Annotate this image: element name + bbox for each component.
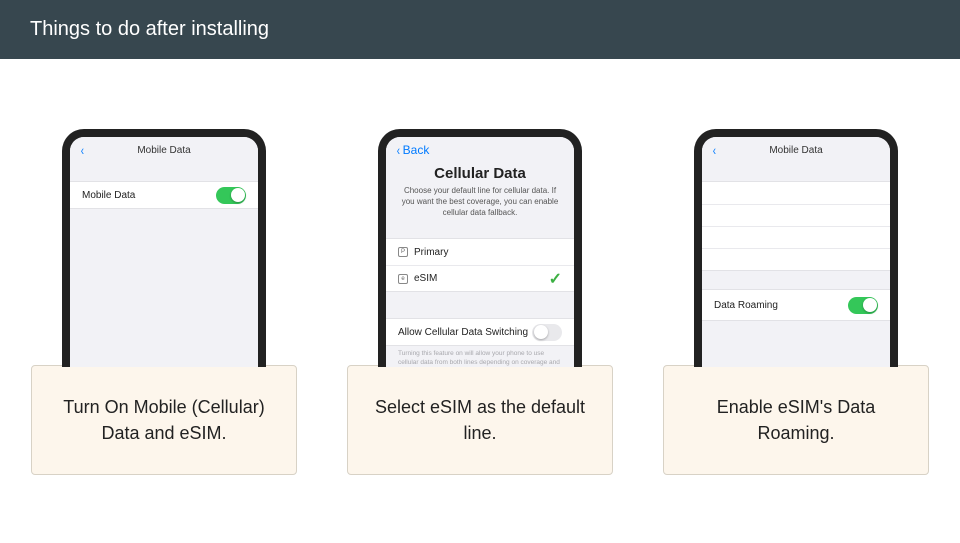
roaming-group: Data Roaming <box>702 289 890 321</box>
phone-screen: ‹ Mobile Data Mobile Data <box>70 137 258 367</box>
step-caption: Turn On Mobile (Cellular) Data and eSIM. <box>31 365 297 475</box>
mobile-data-toggle[interactable] <box>216 187 246 204</box>
row-label: Allow Cellular Data Switching <box>398 327 528 338</box>
line-badge-icon: P <box>398 247 408 257</box>
screen-title: Cellular Data <box>386 165 574 182</box>
nav-bar: ‹ Mobile Data <box>70 137 258 163</box>
data-roaming-toggle[interactable] <box>848 297 878 314</box>
phone-frame: ‹ Back Cellular Data Choose your default… <box>378 129 582 367</box>
step-caption: Enable eSIM's Data Roaming. <box>663 365 929 475</box>
phone-screen: ‹ Back Cellular Data Choose your default… <box>386 137 574 367</box>
phone-frame: ‹ Mobile Data Mobile Data <box>62 129 266 367</box>
screen-description: Choose your default line for cellular da… <box>386 182 574 228</box>
phone-frame: ‹ Mobile Data Data Roaming <box>694 129 898 367</box>
step-card: ‹ Back Cellular Data Choose your default… <box>346 129 614 475</box>
nav-bar: ‹ Back <box>386 137 574 163</box>
step-card: ‹ Mobile Data Mobile Data Turn On Mobile… <box>30 129 298 475</box>
line-option-esim[interactable]: e eSIM ✓ <box>386 265 574 291</box>
empty-row <box>702 248 890 270</box>
allow-switching-row[interactable]: Allow Cellular Data Switching <box>386 319 574 345</box>
settings-group-empty <box>702 181 890 271</box>
toggle-knob <box>231 188 245 202</box>
checkmark-icon: ✓ <box>549 269 562 289</box>
empty-row <box>702 182 890 204</box>
line-badge-icon: e <box>398 274 408 284</box>
settings-row[interactable]: Mobile Data <box>70 182 258 208</box>
page-header: Things to do after installing <box>0 0 960 59</box>
row-label: Primary <box>414 247 448 258</box>
nav-title: Mobile Data <box>70 145 258 156</box>
switch-group: Allow Cellular Data Switching <box>386 318 574 346</box>
line-option-primary[interactable]: P Primary <box>386 239 574 265</box>
settings-group: Mobile Data <box>70 181 258 209</box>
row-label: Data Roaming <box>714 300 778 311</box>
step-card: ‹ Mobile Data Data Roaming <box>662 129 930 475</box>
steps-row: ‹ Mobile Data Mobile Data Turn On Mobile… <box>0 59 960 475</box>
phone-screen: ‹ Mobile Data Data Roaming <box>702 137 890 367</box>
row-label: eSIM <box>414 273 437 284</box>
empty-row <box>702 204 890 226</box>
empty-row <box>702 226 890 248</box>
toggle-knob <box>863 298 877 312</box>
nav-title: Mobile Data <box>702 145 890 156</box>
toggle-knob <box>534 325 548 339</box>
chevron-left-icon: ‹ <box>397 143 400 157</box>
allow-switching-toggle[interactable] <box>532 324 562 341</box>
row-label: Mobile Data <box>82 190 135 201</box>
nav-bar: ‹ Mobile Data <box>702 137 890 163</box>
footnote: Turning this feature on will allow your … <box>386 346 574 367</box>
data-roaming-row[interactable]: Data Roaming <box>702 290 890 320</box>
back-button[interactable]: ‹ Back <box>386 143 429 157</box>
back-label: Back <box>403 143 430 157</box>
page-title: Things to do after installing <box>30 18 269 40</box>
line-options: P Primary e eSIM ✓ <box>386 238 574 292</box>
step-caption: Select eSIM as the default line. <box>347 365 613 475</box>
